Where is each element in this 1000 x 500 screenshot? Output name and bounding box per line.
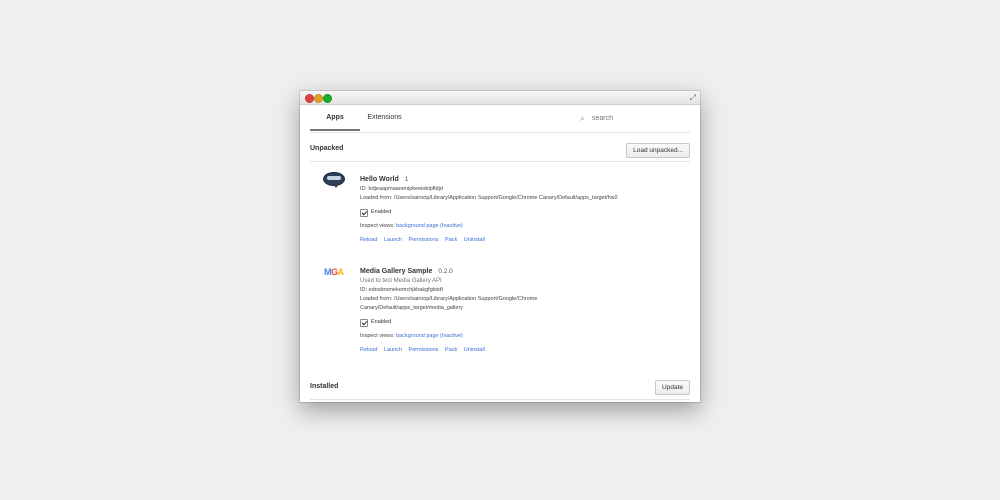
launch-link[interactable]: Launch <box>384 347 402 353</box>
enabled-label: Enabled <box>371 209 392 215</box>
search-icon: ⌕ <box>580 113 586 123</box>
close-window-button[interactable] <box>305 94 314 103</box>
app-actions: Reload Launch Permissions Pack Uninstall <box>360 236 690 245</box>
media-gallery-icon: MGA <box>324 267 344 277</box>
app-item-hello-world: Hello World 1 ID: bdjeaapmaaoenipkeeiobi… <box>360 175 690 245</box>
inspect-views-row: Inspect views: background page (Inactive… <box>360 332 690 341</box>
enabled-checkbox[interactable] <box>360 318 368 327</box>
load-unpacked-button[interactable]: Load unpacked... <box>626 143 690 158</box>
pack-link[interactable]: Pack <box>445 347 457 353</box>
enabled-row: Enabled <box>360 208 690 217</box>
app-name: Media Gallery Sample <box>360 268 433 275</box>
permissions-link[interactable]: Permissions <box>409 347 439 353</box>
enabled-row: Enabled <box>360 318 690 327</box>
background-page-link[interactable]: background page (Inactive) <box>396 223 463 229</box>
app-loaded-from: Loaded from: /Users/sairoop/Library/Appl… <box>360 296 538 311</box>
app-name-row: Hello World 1 <box>360 175 690 185</box>
app-name: Hello World <box>360 176 399 183</box>
uninstall-link[interactable]: Uninstall <box>464 347 485 353</box>
pack-link[interactable]: Pack <box>445 237 457 243</box>
update-button[interactable]: Update <box>655 380 690 395</box>
app-window: ⤢ Apps Extensions ⌕ Unpacked Load unpack… <box>300 91 700 402</box>
app-version: 1 <box>404 176 409 183</box>
app-version: 0.2.0 <box>438 268 453 275</box>
enabled-label: Enabled <box>371 319 392 325</box>
launch-link[interactable]: Launch <box>384 237 402 243</box>
tab-extensions[interactable]: Extensions <box>362 105 407 131</box>
reload-link[interactable]: Reload <box>360 237 377 243</box>
app-name-row: Media Gallery Sample 0.2.0 <box>360 267 690 277</box>
app-loaded-from: Loaded from: /Users/sairoop/Library/Appl… <box>360 195 618 201</box>
permissions-link[interactable]: Permissions <box>409 237 439 243</box>
app-item-media-gallery: Media Gallery Sample 0.2.0 Used to test … <box>360 267 690 355</box>
minimize-window-button[interactable] <box>314 94 323 103</box>
inspect-views-row: Inspect views: background page (Inactive… <box>360 222 690 231</box>
unpacked-title: Unpacked <box>310 145 344 152</box>
title-bar: ⤢ <box>300 91 700 105</box>
maximize-window-button[interactable] <box>323 94 332 103</box>
tab-apps[interactable]: Apps <box>310 105 360 131</box>
background-page-link[interactable]: background page (Inactive) <box>396 333 463 339</box>
tab-bar: Apps Extensions ⌕ <box>310 105 690 133</box>
uninstall-link[interactable]: Uninstall <box>464 237 485 243</box>
app-actions: Reload Launch Permissions Pack Uninstall <box>360 346 690 355</box>
divider <box>310 161 690 162</box>
installed-section-header: Installed Update <box>310 378 690 398</box>
app-id: ID: ednsbromekemchjkhakgfgloidf <box>360 287 443 293</box>
enabled-checkbox[interactable] <box>360 208 368 217</box>
reload-link[interactable]: Reload <box>360 347 377 353</box>
installed-title: Installed <box>310 383 339 390</box>
search-input[interactable] <box>592 112 682 124</box>
app-id: ID: bdjeaapmaaoenipkeeiobipfldjd <box>360 186 443 192</box>
unpacked-section-header: Unpacked Load unpacked... <box>310 140 690 160</box>
inspect-label: Inspect views: <box>360 333 395 339</box>
fullscreen-icon[interactable]: ⤢ <box>690 93 696 102</box>
divider <box>310 399 690 400</box>
app-description: Used to test Media Gallery API <box>360 278 442 284</box>
inspect-label: Inspect views: <box>360 223 395 229</box>
chat-bubble-icon <box>323 172 345 188</box>
